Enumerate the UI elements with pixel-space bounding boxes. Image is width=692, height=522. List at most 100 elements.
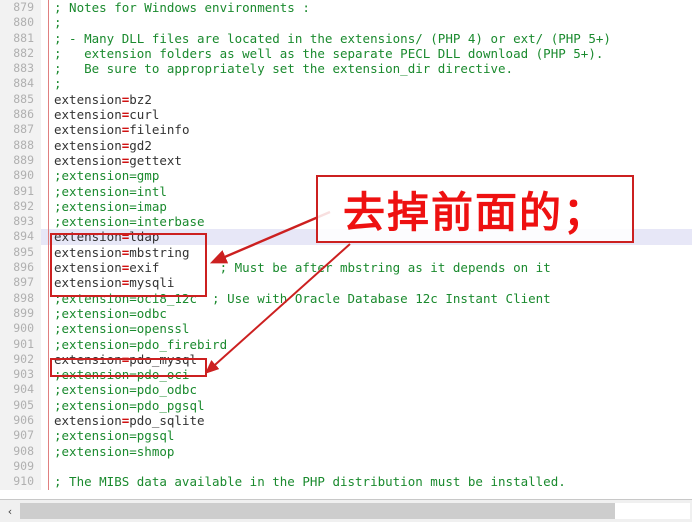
setting-value: exif <box>129 260 160 276</box>
code-line[interactable]: 909 <box>0 458 692 475</box>
code-line[interactable]: 894 extension=ldap <box>0 229 692 245</box>
comment-text: ; <box>54 15 62 31</box>
gutter-rule <box>48 76 49 92</box>
code-line-text: extension=gettext <box>54 153 182 168</box>
line-number: 896 <box>0 260 41 276</box>
code-line[interactable]: 905 ;extension=pdo_pgsql <box>0 397 692 414</box>
code-line[interactable]: 886 extension=curl <box>0 107 692 123</box>
comment-text: ;extension=interbase <box>54 214 205 230</box>
comment-text: ; - Many DLL files are located in the ex… <box>54 30 611 46</box>
gutter-rule <box>48 0 49 16</box>
code-line-text: extension=mbstring <box>54 245 189 260</box>
code-line[interactable]: 891 ;extension=intl <box>0 183 692 199</box>
line-number: 910 <box>0 474 41 490</box>
gutter-rule <box>48 275 49 291</box>
code-line[interactable]: 903 ;extension=pdo_oci <box>0 367 692 383</box>
setting-value: gettext <box>129 152 182 168</box>
trailing-comment: ; Must be after mbstring as it depends o… <box>219 260 551 276</box>
code-line-text: ; <box>54 15 62 30</box>
line-number: 908 <box>0 443 41 459</box>
line-number: 885 <box>0 91 41 108</box>
line-number: 897 <box>0 275 41 291</box>
code-line[interactable]: 895 extension=mbstring <box>0 244 692 261</box>
scrollbar-thumb[interactable] <box>20 503 615 519</box>
scroll-left-button[interactable]: ‹ <box>0 501 20 521</box>
gutter-rule <box>48 305 49 322</box>
code-line[interactable]: 881 ; - Many DLL files are located in the… <box>0 30 692 46</box>
setting-key: extension <box>54 152 122 168</box>
line-number: 904 <box>0 382 41 398</box>
setting-value: curl <box>129 107 160 123</box>
line-number: 888 <box>0 137 41 153</box>
gutter-rule <box>48 397 49 414</box>
gutter-rule <box>48 413 49 429</box>
gutter-rule <box>48 428 49 444</box>
line-number: 900 <box>0 321 41 337</box>
gutter-rule <box>48 229 49 245</box>
code-line[interactable]: 897 extension=mysqli <box>0 275 692 291</box>
line-number: 892 <box>0 198 41 215</box>
code-line[interactable]: 904 ;extension=pdo_odbc <box>0 382 692 398</box>
code-line-text: extension=gd2 <box>54 138 152 153</box>
code-line[interactable]: 888 extension=gd2 <box>0 137 692 153</box>
code-line[interactable]: 885 extension=bz2 <box>0 91 692 108</box>
line-number: 898 <box>0 290 41 306</box>
setting-value: gd2 <box>129 137 152 153</box>
code-line[interactable]: 908 ;extension=shmop <box>0 443 692 459</box>
line-number: 883 <box>0 61 41 77</box>
setting-key: extension <box>54 413 122 429</box>
code-line[interactable]: 910 ; The MIBS data available in the PHP … <box>0 474 692 490</box>
code-line[interactable]: 880; <box>0 15 692 31</box>
code-line[interactable]: 884; <box>0 76 692 92</box>
setting-key: extension <box>54 244 122 260</box>
comment-text: ; <box>54 76 62 92</box>
scrollbar-track[interactable] <box>20 503 690 519</box>
setting-value: mbstring <box>129 244 190 260</box>
gutter-rule <box>48 351 49 368</box>
code-line[interactable]: 900 ;extension=openssl <box>0 321 692 337</box>
code-line-text: ;extension=intl <box>54 184 167 199</box>
code-line[interactable]: 890 ;extension=gmp <box>0 168 692 184</box>
gutter-rule <box>48 15 49 31</box>
code-line[interactable]: 906 extension=pdo_sqlite <box>0 413 692 429</box>
code-line[interactable]: 899 ;extension=odbc <box>0 305 692 322</box>
setting-value: fileinfo <box>129 122 190 138</box>
code-line[interactable]: 892 ;extension=imap <box>0 198 692 215</box>
code-line-text: extension=mysqli <box>54 275 174 290</box>
code-line[interactable]: 879 ; Notes for Windows environments : <box>0 0 692 16</box>
comment-text: ; extension folders as well as the separ… <box>54 45 604 61</box>
gutter-rule <box>48 61 49 77</box>
code-line-text: ; <box>54 76 62 91</box>
gutter-rule <box>48 91 49 108</box>
gutter-rule <box>48 336 49 352</box>
code-line[interactable]: 887 extension=fileinfo <box>0 122 692 138</box>
comment-text: ;extension=shmop <box>54 443 175 459</box>
code-line[interactable]: 889 extension=gettext <box>0 152 692 169</box>
line-number: 890 <box>0 168 41 184</box>
code-line[interactable]: 907 ;extension=pgsql <box>0 428 692 444</box>
setting-key: extension <box>54 122 122 138</box>
setting-value: pdo_sqlite <box>129 413 205 429</box>
code-line[interactable]: 893 ;extension=interbase <box>0 214 692 230</box>
comment-text: ;extension=odbc <box>54 305 167 321</box>
code-line[interactable]: 896 extension=exif ; Must be after mbstri… <box>0 260 692 276</box>
horizontal-scrollbar[interactable]: ‹ <box>0 499 692 522</box>
php-ini-editor: 879; Notes for Windows environments :880… <box>0 0 692 522</box>
line-number: 881 <box>0 30 41 46</box>
code-area[interactable]: 879; Notes for Windows environments :880… <box>0 0 692 500</box>
code-line-text: ;extension=interbase <box>54 214 205 229</box>
gutter-rule <box>48 107 49 123</box>
gutter-rule <box>48 260 49 276</box>
code-line[interactable]: 902 extension=pdo_mysql <box>0 351 692 368</box>
gutter-rule <box>48 244 49 261</box>
comment-text: ;extension=pdo_oci <box>54 367 190 383</box>
code-line[interactable]: 882 ; extension folders as well as the se… <box>0 45 692 62</box>
code-line[interactable]: 898 ;extension=oci8_12c ; Use with Oracle… <box>0 290 692 306</box>
code-line[interactable]: 901 ;extension=pdo_firebird <box>0 336 692 352</box>
code-line[interactable]: 883 ; Be sure to appropriately set the ex… <box>0 61 692 77</box>
line-number: 902 <box>0 351 41 368</box>
comment-text: ; Notes for Windows environments : <box>54 0 310 15</box>
setting-value: pdo_mysql <box>129 351 197 367</box>
comment-text: ;extension=intl <box>54 183 167 199</box>
